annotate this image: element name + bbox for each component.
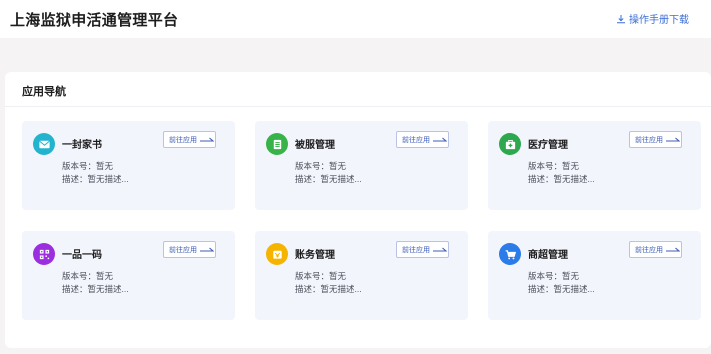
app-name: 商超管理	[528, 250, 568, 261]
app-tile-bedding[interactable]: 被服管理 前往应用 版本号：暂无 描述：暂无描述...	[255, 121, 468, 210]
arrow-right-icon	[433, 137, 448, 142]
arrow-right-icon	[666, 247, 681, 252]
version-line: 版本号：暂无	[295, 271, 347, 281]
goto-app-label: 前往应用	[635, 136, 663, 144]
app-name: 医疗管理	[528, 140, 568, 151]
medical-kit-icon	[499, 133, 521, 155]
description-line: 描述：暂无描述...	[62, 284, 129, 294]
description-line: 描述：暂无描述...	[528, 284, 595, 294]
top-bar: 上海监狱申活通管理平台 操作手册下载	[0, 0, 711, 38]
download-icon	[616, 14, 626, 24]
arrow-right-icon	[433, 247, 448, 252]
description-line: 描述：暂无描述...	[62, 174, 129, 184]
manual-download-label: 操作手册下载	[629, 15, 689, 26]
description-line: 描述：暂无描述...	[528, 174, 595, 184]
shopping-cart-icon	[499, 243, 521, 265]
goto-app-button[interactable]: 前往应用	[629, 241, 682, 258]
arrow-right-icon	[200, 137, 215, 142]
card-title: 应用导航	[22, 86, 66, 98]
app-name: 一品一码	[62, 250, 102, 261]
goto-app-button[interactable]: 前往应用	[396, 131, 449, 148]
app-navigation-card: 应用导航 一封家书 前往应用 版本号：暂无 描述：暂无描述... 被服管理 前往…	[5, 72, 711, 348]
app-tile-family-letter[interactable]: 一封家书 前往应用 版本号：暂无 描述：暂无描述...	[22, 121, 235, 210]
app-name: 一封家书	[62, 140, 102, 151]
goto-app-button[interactable]: 前往应用	[163, 241, 216, 258]
app-tile-accounts[interactable]: 账务管理 前往应用 版本号：暂无 描述：暂无描述...	[255, 231, 468, 320]
goto-app-button[interactable]: 前往应用	[629, 131, 682, 148]
app-title: 上海监狱申活通管理平台	[10, 12, 179, 29]
version-line: 版本号：暂无	[62, 161, 114, 171]
goto-app-label: 前往应用	[402, 246, 430, 254]
list-doc-icon	[266, 133, 288, 155]
wallet-icon	[266, 243, 288, 265]
qr-code-icon	[33, 243, 55, 265]
goto-app-button[interactable]: 前往应用	[396, 241, 449, 258]
version-line: 版本号：暂无	[528, 161, 580, 171]
envelope-icon	[33, 133, 55, 155]
card-header: 应用导航	[5, 72, 711, 107]
arrow-right-icon	[200, 247, 215, 252]
app-tile-supermarket[interactable]: 商超管理 前往应用 版本号：暂无 描述：暂无描述...	[488, 231, 701, 320]
app-name: 被服管理	[295, 140, 335, 151]
version-line: 版本号：暂无	[528, 271, 580, 281]
version-line: 版本号：暂无	[295, 161, 347, 171]
goto-app-label: 前往应用	[402, 136, 430, 144]
goto-app-label: 前往应用	[169, 246, 197, 254]
goto-app-label: 前往应用	[169, 136, 197, 144]
version-line: 版本号：暂无	[62, 271, 114, 281]
app-tile-one-item-one-code[interactable]: 一品一码 前往应用 版本号：暂无 描述：暂无描述...	[22, 231, 235, 320]
description-line: 描述：暂无描述...	[295, 284, 362, 294]
goto-app-label: 前往应用	[635, 246, 663, 254]
description-line: 描述：暂无描述...	[295, 174, 362, 184]
manual-download-link[interactable]: 操作手册下载	[616, 11, 689, 26]
app-name: 账务管理	[295, 250, 335, 261]
app-tile-medical[interactable]: 医疗管理 前往应用 版本号：暂无 描述：暂无描述...	[488, 121, 701, 210]
arrow-right-icon	[666, 137, 681, 142]
goto-app-button[interactable]: 前往应用	[163, 131, 216, 148]
